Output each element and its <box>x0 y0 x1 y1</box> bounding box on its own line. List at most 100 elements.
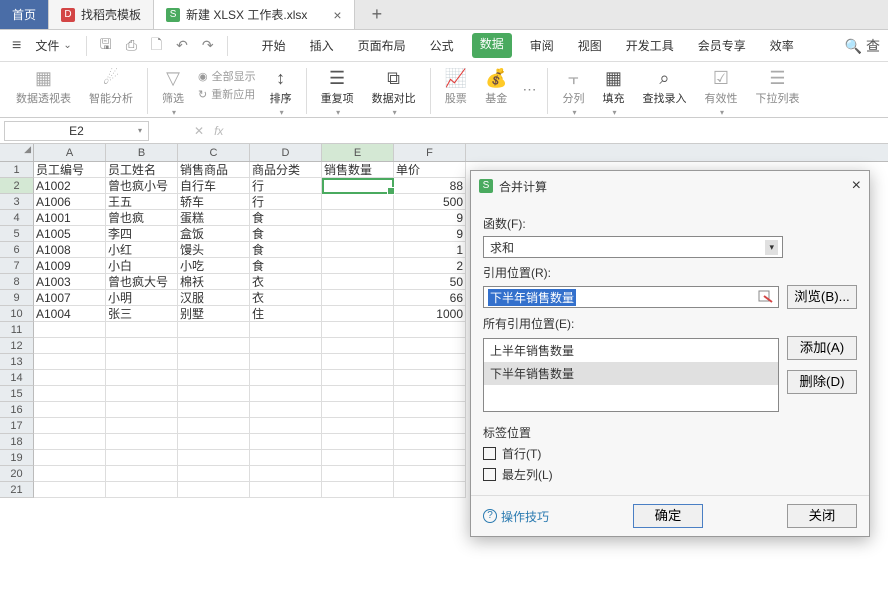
cell[interactable] <box>394 338 466 353</box>
cell[interactable]: A1006 <box>34 194 106 209</box>
cell[interactable]: 李四 <box>106 226 178 241</box>
name-box[interactable]: E2 <box>4 121 149 141</box>
cell[interactable] <box>322 386 394 401</box>
cell[interactable] <box>322 322 394 337</box>
cell[interactable] <box>250 482 322 497</box>
cell[interactable] <box>322 242 394 257</box>
help-link[interactable]: ?操作技巧 <box>483 508 549 525</box>
cell[interactable] <box>34 370 106 385</box>
grid-row[interactable] <box>34 338 466 354</box>
grid-row[interactable]: A1006王五轿车行500 <box>34 194 466 210</box>
cell[interactable] <box>250 354 322 369</box>
fx-icon[interactable]: fx <box>214 124 223 138</box>
grid-row[interactable]: A1009小白小吃食2 <box>34 258 466 274</box>
grid-row[interactable]: A1004张三别墅住1000 <box>34 306 466 322</box>
cell[interactable] <box>34 338 106 353</box>
cell[interactable] <box>178 354 250 369</box>
cell[interactable]: 小红 <box>106 242 178 257</box>
cell[interactable] <box>394 466 466 481</box>
grid-row[interactable] <box>34 482 466 498</box>
cell[interactable]: 员工编号 <box>34 162 106 177</box>
cell[interactable]: 小明 <box>106 290 178 305</box>
grid-row[interactable] <box>34 354 466 370</box>
row-header[interactable]: 13 <box>0 354 34 370</box>
cell[interactable] <box>178 466 250 481</box>
tab-formula[interactable]: 公式 <box>424 33 460 58</box>
reapply-button[interactable]: ↻重新应用 <box>198 86 256 102</box>
cell[interactable] <box>322 258 394 273</box>
col-header[interactable]: F <box>394 144 466 161</box>
tab-start[interactable]: 开始 <box>256 33 292 58</box>
cell[interactable]: 销售商品 <box>178 162 250 177</box>
grid-row[interactable] <box>34 402 466 418</box>
cell[interactable] <box>250 434 322 449</box>
close-icon[interactable]: × <box>852 177 861 195</box>
cell[interactable] <box>394 434 466 449</box>
cell[interactable] <box>106 434 178 449</box>
row-header[interactable]: 14 <box>0 370 34 386</box>
cell[interactable] <box>322 354 394 369</box>
reference-input[interactable]: 下半年销售数量 <box>483 286 779 308</box>
cell[interactable]: A1002 <box>34 178 106 193</box>
cell[interactable]: 棉袄 <box>178 274 250 289</box>
tab-data[interactable]: 数据 <box>472 33 512 58</box>
row-header[interactable]: 12 <box>0 338 34 354</box>
cell[interactable] <box>106 402 178 417</box>
cell[interactable]: A1005 <box>34 226 106 241</box>
split-button[interactable]: ⫟分列 <box>554 66 592 119</box>
col-header[interactable]: D <box>250 144 322 161</box>
cell[interactable] <box>106 466 178 481</box>
row-header[interactable]: 16 <box>0 402 34 418</box>
grid-row[interactable]: A1007小明汉服衣66 <box>34 290 466 306</box>
dialog-titlebar[interactable]: S 合并计算 × <box>471 171 869 201</box>
cell[interactable]: 小白 <box>106 258 178 273</box>
cell[interactable] <box>34 482 106 497</box>
cell[interactable]: 曾也疯 <box>106 210 178 225</box>
cell[interactable]: 盒饭 <box>178 226 250 241</box>
cell[interactable]: A1008 <box>34 242 106 257</box>
grid-row[interactable] <box>34 386 466 402</box>
cell[interactable] <box>178 322 250 337</box>
cell[interactable] <box>178 418 250 433</box>
grid-row[interactable]: A1001曾也疯蛋糕食9 <box>34 210 466 226</box>
cell[interactable] <box>322 482 394 497</box>
cell[interactable] <box>34 322 106 337</box>
cell[interactable] <box>322 178 394 193</box>
cell[interactable]: 自行车 <box>178 178 250 193</box>
cell[interactable] <box>322 210 394 225</box>
col-header[interactable]: A <box>34 144 106 161</box>
function-select[interactable]: 求和 <box>483 236 783 258</box>
list-item[interactable]: 下半年销售数量 <box>484 362 778 385</box>
row-header[interactable]: 9 <box>0 290 34 306</box>
cell[interactable]: 9 <box>394 226 466 241</box>
new-tab-button[interactable]: + <box>355 0 400 29</box>
cell[interactable]: 别墅 <box>178 306 250 321</box>
findin-button[interactable]: ⌕查找录入 <box>634 66 694 108</box>
cell[interactable] <box>394 482 466 497</box>
cell[interactable]: 住 <box>250 306 322 321</box>
cell[interactable]: 张三 <box>106 306 178 321</box>
tab-dev[interactable]: 开发工具 <box>620 33 680 58</box>
cell[interactable] <box>178 402 250 417</box>
cell[interactable]: 商品分类 <box>250 162 322 177</box>
cell[interactable]: 王五 <box>106 194 178 209</box>
cell[interactable] <box>250 370 322 385</box>
redo-icon[interactable]: ↷ <box>197 37 219 54</box>
cell[interactable] <box>106 338 178 353</box>
cell[interactable]: 2 <box>394 258 466 273</box>
row-header[interactable]: 18 <box>0 434 34 450</box>
cell[interactable] <box>322 418 394 433</box>
cell[interactable] <box>250 418 322 433</box>
cell[interactable]: 9 <box>394 210 466 225</box>
pivot-button[interactable]: ▦数据透视表 <box>8 66 79 108</box>
cell[interactable] <box>178 434 250 449</box>
cell[interactable]: 销售数量 <box>322 162 394 177</box>
cell[interactable]: A1003 <box>34 274 106 289</box>
cell[interactable]: 衣 <box>250 274 322 289</box>
undo-icon[interactable]: ↶ <box>171 37 193 54</box>
grid-row[interactable] <box>34 450 466 466</box>
cell[interactable] <box>250 450 322 465</box>
tab-member[interactable]: 会员专享 <box>692 33 752 58</box>
showall-button[interactable]: ◉全部显示 <box>198 68 256 84</box>
cell[interactable] <box>250 322 322 337</box>
